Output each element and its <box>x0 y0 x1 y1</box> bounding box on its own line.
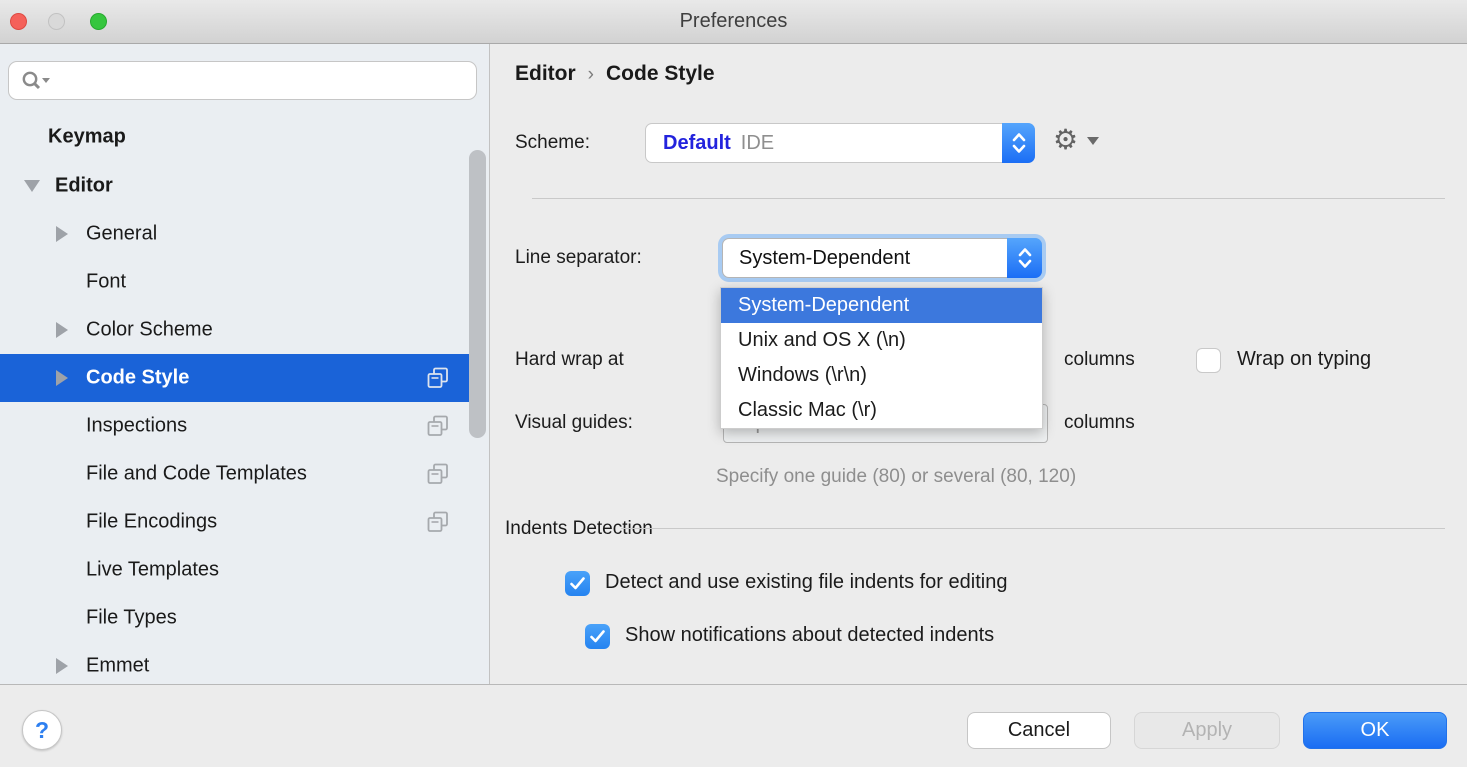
wrap-on-typing-checkbox[interactable] <box>1196 348 1221 373</box>
visual-guides-columns-label: columns <box>1064 412 1135 434</box>
section-divider <box>621 528 1445 529</box>
ok-button[interactable]: OK <box>1303 712 1447 749</box>
settings-sidebar: Keymap Editor General Font Color Scheme … <box>0 44 490 684</box>
sidebar-item-live-templates[interactable]: Live Templates <box>0 546 490 594</box>
sidebar-item-font[interactable]: Font <box>0 258 490 306</box>
show-notifications-label: Show notifications about detected indent… <box>625 624 994 647</box>
help-button[interactable]: ? <box>22 710 62 750</box>
sidebar-item-file-types[interactable]: File Types <box>0 594 490 642</box>
search-box[interactable] <box>8 61 477 100</box>
sidebar-item-file-encodings[interactable]: File Encodings <box>0 498 490 546</box>
shared-settings-icon <box>427 367 449 389</box>
question-mark-icon: ? <box>35 717 49 744</box>
dropdown-spinner-icon[interactable] <box>1007 238 1042 278</box>
hard-wrap-columns-label: columns <box>1064 349 1135 371</box>
wrap-on-typing-label: Wrap on typing <box>1237 348 1371 371</box>
disclosure-right-icon[interactable] <box>56 370 68 386</box>
section-divider <box>532 198 1445 199</box>
show-notifications-checkbox[interactable] <box>585 624 610 649</box>
disclosure-down-icon[interactable] <box>24 180 40 192</box>
breadcrumb-separator-icon: › <box>576 64 606 85</box>
sidebar-item-keymap[interactable]: Keymap <box>0 113 490 161</box>
sidebar-item-color-scheme[interactable]: Color Scheme <box>0 306 490 354</box>
shared-settings-icon <box>427 415 449 437</box>
cancel-button[interactable]: Cancel <box>967 712 1111 749</box>
popup-option-system-dependent[interactable]: System-Dependent <box>721 288 1042 323</box>
search-input[interactable] <box>57 65 476 97</box>
dropdown-spinner-icon[interactable] <box>1002 123 1035 163</box>
checkmark-icon <box>570 577 585 590</box>
checkmark-icon <box>590 630 605 643</box>
line-separator-select[interactable]: System-Dependent <box>722 238 1042 278</box>
window-title: Preferences <box>0 0 1467 43</box>
popup-option-windows[interactable]: Windows (\r\n) <box>721 358 1042 393</box>
title-bar: Preferences <box>0 0 1467 44</box>
scheme-value-suffix: IDE <box>741 132 774 155</box>
search-icon <box>21 70 51 92</box>
shared-settings-icon <box>427 511 449 533</box>
sidebar-item-emmet[interactable]: Emmet <box>0 642 490 690</box>
indents-detection-title: Indents Detection <box>505 518 653 540</box>
disclosure-right-icon[interactable] <box>56 322 68 338</box>
line-separator-label: Line separator: <box>515 247 642 269</box>
sidebar-item-general[interactable]: General <box>0 210 490 258</box>
popup-option-classic-mac[interactable]: Classic Mac (\r) <box>721 393 1042 428</box>
visual-guides-help-text: Specify one guide (80) or several (80, 1… <box>716 466 1076 488</box>
detect-indents-checkbox[interactable] <box>565 571 590 596</box>
visual-guides-label: Visual guides: <box>515 412 633 434</box>
sidebar-item-file-and-code-templates[interactable]: File and Code Templates <box>0 450 490 498</box>
shared-settings-icon <box>427 463 449 485</box>
scheme-label: Scheme: <box>515 132 590 154</box>
selection-highlight <box>0 354 469 402</box>
popup-option-unix[interactable]: Unix and OS X (\n) <box>721 323 1042 358</box>
footer-divider <box>0 684 1467 685</box>
scheme-value: Default <box>663 132 731 155</box>
breadcrumb-parent[interactable]: Editor <box>515 62 576 85</box>
line-separator-popup: System-Dependent Unix and OS X (\n) Wind… <box>720 287 1043 429</box>
disclosure-right-icon[interactable] <box>56 226 68 242</box>
sidebar-item-editor[interactable]: Editor <box>0 162 490 210</box>
breadcrumb-current: Code Style <box>606 62 715 85</box>
gear-dropdown-arrow-icon[interactable] <box>1087 137 1099 145</box>
disclosure-right-icon[interactable] <box>56 658 68 674</box>
sidebar-item-inspections[interactable]: Inspections <box>0 402 490 450</box>
scheme-dropdown[interactable]: Default IDE <box>645 123 1035 163</box>
sidebar-item-code-style[interactable]: Code Style <box>0 354 490 402</box>
hard-wrap-label: Hard wrap at <box>515 349 624 371</box>
line-separator-value: System-Dependent <box>739 247 910 270</box>
sidebar-scrollbar[interactable] <box>469 150 486 438</box>
gear-icon[interactable]: ⚙ <box>1053 126 1078 154</box>
breadcrumb: Editor›Code Style <box>515 62 715 86</box>
detect-indents-label: Detect and use existing file indents for… <box>605 571 1007 594</box>
apply-button: Apply <box>1134 712 1280 749</box>
